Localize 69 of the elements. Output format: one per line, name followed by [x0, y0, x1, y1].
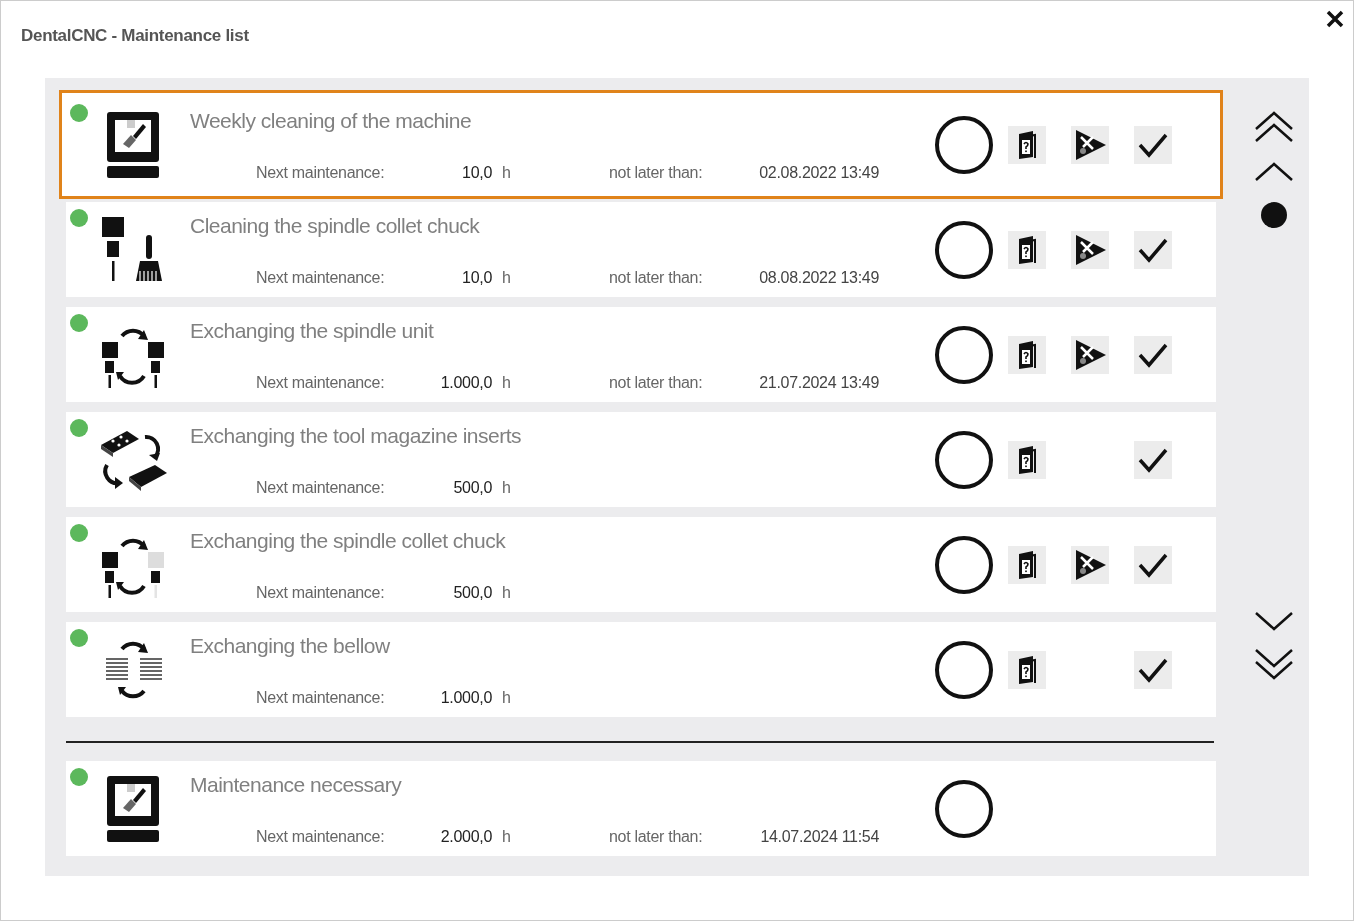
- task-row[interactable]: Weekly cleaning of the machine Next maintenance: 10,0 h not later than: 02.08.2022 13:49: [59, 90, 1223, 199]
- task-title: Exchanging the bellow: [190, 634, 391, 658]
- confirm-button[interactable]: [1134, 545, 1172, 584]
- task-title: Exchanging the tool magazine inserts: [190, 424, 523, 448]
- checkmark-icon: [1138, 551, 1168, 578]
- confirm-button[interactable]: [1134, 650, 1172, 689]
- hours-value: 500,0: [452, 479, 492, 497]
- hours-value: 1.000,0: [439, 689, 492, 707]
- machine-cleaning-icon: [105, 109, 161, 180]
- task-title: Exchanging the spindle unit: [190, 319, 435, 343]
- confirm-button[interactable]: [1134, 335, 1172, 374]
- next-maintenance-label: Next maintenance:: [255, 374, 386, 392]
- manual-button[interactable]: [1008, 335, 1046, 374]
- confirm-button[interactable]: [1134, 440, 1172, 479]
- hours-unit: h: [501, 689, 512, 707]
- start-procedure-button[interactable]: [1071, 230, 1109, 269]
- hours-value: 1.000,0: [439, 374, 492, 392]
- checkmark-icon: [1138, 446, 1168, 473]
- confirm-button[interactable]: [1134, 125, 1172, 164]
- deadline-date: 21.07.2024 13:49: [758, 374, 879, 392]
- chevron-up-icon: [1253, 160, 1294, 182]
- manual-button[interactable]: [1008, 440, 1046, 479]
- start-procedure-button[interactable]: [1071, 545, 1109, 584]
- hours-value: 10,0: [461, 269, 492, 287]
- hours-value: 500,0: [452, 584, 492, 602]
- start-procedure-button[interactable]: [1071, 125, 1109, 164]
- hours-value: 2.000,0: [439, 828, 492, 846]
- double-chevron-up-icon: [1253, 109, 1294, 143]
- hours-unit: h: [501, 479, 512, 497]
- next-maintenance-label: Next maintenance:: [255, 164, 386, 182]
- task-title: Maintenance necessary: [190, 773, 403, 797]
- deadline-date: 14.07.2024 11:54: [759, 828, 879, 846]
- task-title: Exchanging the spindle collet chuck: [190, 529, 507, 553]
- confirm-button[interactable]: [1134, 230, 1172, 269]
- task-title: Cleaning the spindle collet chuck: [190, 214, 481, 238]
- checkmark-icon: [1138, 236, 1168, 263]
- hours-unit: h: [501, 269, 512, 287]
- scroll-position-icon: [1259, 201, 1288, 229]
- start-procedure-button[interactable]: [1071, 335, 1109, 374]
- next-maintenance-label: Next maintenance:: [255, 269, 386, 287]
- deadline-date: 02.08.2022 13:49: [758, 164, 879, 182]
- manual-button[interactable]: [1008, 125, 1046, 164]
- hours-unit: h: [501, 828, 512, 846]
- deadline-label: not later than:: [609, 828, 704, 846]
- hours-unit: h: [501, 374, 512, 392]
- machine-cleaning-icon: [105, 773, 161, 844]
- next-maintenance-label: Next maintenance:: [255, 584, 386, 602]
- checkmark-icon: [1138, 656, 1168, 683]
- hours-unit: h: [501, 164, 512, 182]
- close-button[interactable]: [1325, 9, 1345, 29]
- deadline-date: 08.08.2022 13:49: [758, 269, 879, 287]
- close-icon: [1325, 9, 1345, 29]
- deadline-label: not later than:: [609, 164, 704, 182]
- next-maintenance-label: Next maintenance:: [255, 479, 386, 497]
- manual-button[interactable]: [1008, 545, 1046, 584]
- deadline-label: not later than:: [609, 269, 704, 287]
- next-maintenance-label: Next maintenance:: [255, 689, 386, 707]
- deadline-label: not later than:: [609, 374, 704, 392]
- double-chevron-down-icon: [1253, 648, 1294, 682]
- next-maintenance-label: Next maintenance:: [255, 828, 386, 846]
- checkmark-icon: [1138, 131, 1168, 158]
- hours-unit: h: [501, 584, 512, 602]
- hours-value: 10,0: [461, 164, 492, 182]
- manual-button[interactable]: [1008, 230, 1046, 269]
- checkmark-icon: [1138, 341, 1168, 368]
- task-title: Weekly cleaning of the machine: [190, 109, 473, 133]
- window-title: DentalCNC - Maintenance list: [21, 26, 249, 46]
- manual-button[interactable]: [1008, 650, 1046, 689]
- chevron-down-icon: [1253, 611, 1294, 633]
